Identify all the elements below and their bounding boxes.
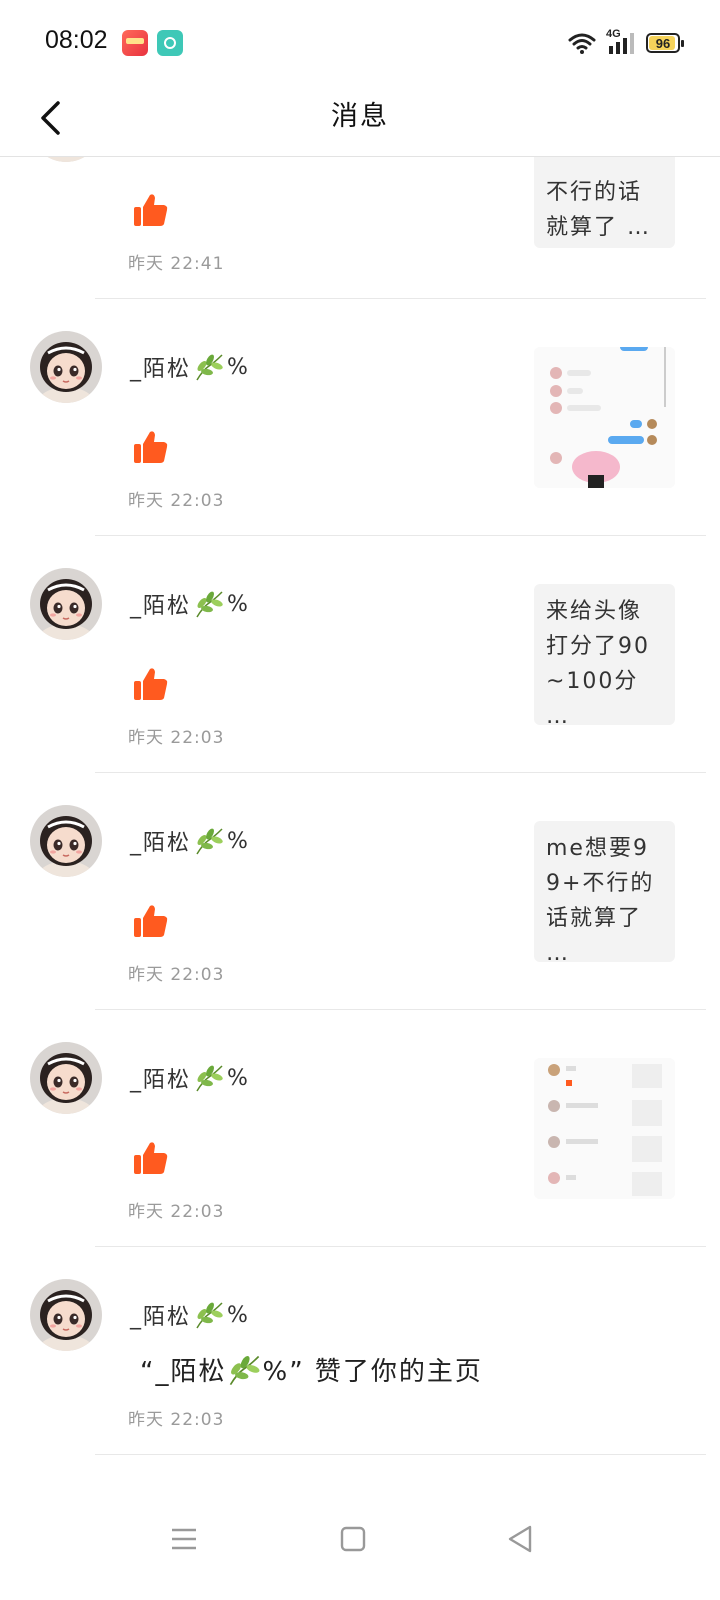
username-suffix: %: [227, 828, 250, 854]
wifi-icon: [568, 33, 596, 54]
avatar[interactable]: [30, 568, 102, 640]
message-time: 昨天 22:03: [128, 965, 225, 985]
avatar[interactable]: [30, 1279, 102, 1351]
username[interactable]: _陌松 %: [130, 825, 250, 857]
username-suffix: %: [227, 1302, 250, 1328]
thumbs-up-icon: [133, 666, 169, 702]
avatar[interactable]: [30, 331, 102, 403]
username[interactable]: _陌松 %: [130, 1299, 250, 1331]
username-suffix: %: [227, 1065, 250, 1091]
message-text-prefix: “_陌松: [140, 1357, 227, 1387]
avatar[interactable]: [30, 805, 102, 877]
battery-icon: 96: [646, 33, 684, 53]
chat-screenshot-image: [534, 347, 675, 488]
divider: [95, 1454, 706, 1455]
home-button[interactable]: [323, 1509, 383, 1569]
list-item[interactable]: _陌松 % 昨天 22:03 来给头像打分了90~100分 …: [0, 536, 720, 773]
message-list[interactable]: 昨天 22:41 不行的话就算了 … _陌松 % 昨天 22:03 _陌松 % …: [0, 157, 720, 1487]
app-notification-icon: [122, 30, 148, 56]
home-square-icon: [340, 1526, 366, 1552]
username[interactable]: _陌松 %: [130, 588, 250, 620]
recent-apps-button[interactable]: [154, 1509, 214, 1569]
status-indicators: 4G 96: [568, 28, 684, 58]
message-text-suffix: %” 赞了你的主页: [262, 1357, 483, 1387]
username-text: _陌松: [130, 1068, 192, 1093]
username-suffix: %: [227, 591, 250, 617]
top-bar: 消息: [0, 80, 720, 157]
list-item[interactable]: _陌松 % 昨天 22:03: [0, 299, 720, 536]
username[interactable]: _陌松 %: [130, 1062, 250, 1094]
avatar[interactable]: [30, 157, 102, 162]
leaf-emoji-icon: [193, 352, 225, 382]
message-time: 昨天 22:41: [128, 254, 225, 274]
username-text: _陌松: [130, 831, 192, 856]
system-nav-bar: [0, 1487, 720, 1600]
leaf-emoji-icon: [193, 1063, 225, 1093]
thumbs-up-icon: [133, 429, 169, 465]
status-time: 08:02: [45, 26, 108, 54]
page-title: 消息: [331, 101, 389, 132]
status-bar: 08:02 4G 96: [0, 0, 720, 80]
post-thumbnail[interactable]: 来给头像打分了90~100分 …: [534, 584, 675, 725]
leaf-emoji-icon: [193, 1300, 225, 1330]
post-thumbnail[interactable]: me想要99+不行的话就算了 …: [534, 821, 675, 962]
menu-icon: [172, 1528, 196, 1550]
list-item[interactable]: 昨天 22:41 不行的话就算了 …: [0, 157, 720, 299]
signal-icon: 4G: [606, 28, 636, 56]
list-item[interactable]: _陌松 % 昨天 22:03: [0, 1010, 720, 1247]
thumbs-up-icon: [133, 1140, 169, 1176]
list-item[interactable]: _陌松 % 昨天 22:03 me想要99+不行的话就算了 …: [0, 773, 720, 1010]
message-text: “_陌松 %” 赞了你的主页: [140, 1351, 483, 1388]
thumbs-up-icon: [133, 192, 169, 228]
post-thumbnail[interactable]: 不行的话就算了 …: [534, 157, 675, 248]
list-item[interactable]: _陌松 % “_陌松 %” 赞了你的主页 昨天 22:03: [0, 1247, 720, 1455]
avatar[interactable]: [30, 1042, 102, 1114]
message-time: 昨天 22:03: [128, 491, 225, 511]
message-list-screenshot-image: [534, 1058, 675, 1199]
message-time: 昨天 22:03: [128, 728, 225, 748]
leaf-emoji-icon: [193, 826, 225, 856]
username-text: _陌松: [130, 594, 192, 619]
username-suffix: %: [227, 354, 250, 380]
message-time: 昨天 22:03: [128, 1410, 225, 1430]
battery-level: 96: [655, 35, 671, 51]
leaf-emoji-icon: [193, 589, 225, 619]
username-text: _陌松: [130, 1305, 192, 1330]
username[interactable]: _陌松 %: [130, 351, 250, 383]
app-notification-icon-2: [157, 30, 183, 56]
thumbnail-text: 来给头像打分了90~100分 …: [546, 599, 650, 725]
message-time: 昨天 22:03: [128, 1202, 225, 1222]
thumbnail-text: 不行的话就算了 …: [546, 180, 651, 240]
leaf-emoji-icon: [226, 1353, 262, 1387]
back-nav-button[interactable]: [490, 1509, 550, 1569]
post-thumbnail-image[interactable]: [534, 347, 675, 488]
username-text: _陌松: [130, 357, 192, 382]
post-thumbnail-image[interactable]: [534, 1058, 675, 1199]
back-triangle-icon: [508, 1525, 532, 1553]
thumbs-up-icon: [133, 903, 169, 939]
thumbnail-text: me想要99+不行的话就算了 …: [546, 836, 655, 962]
